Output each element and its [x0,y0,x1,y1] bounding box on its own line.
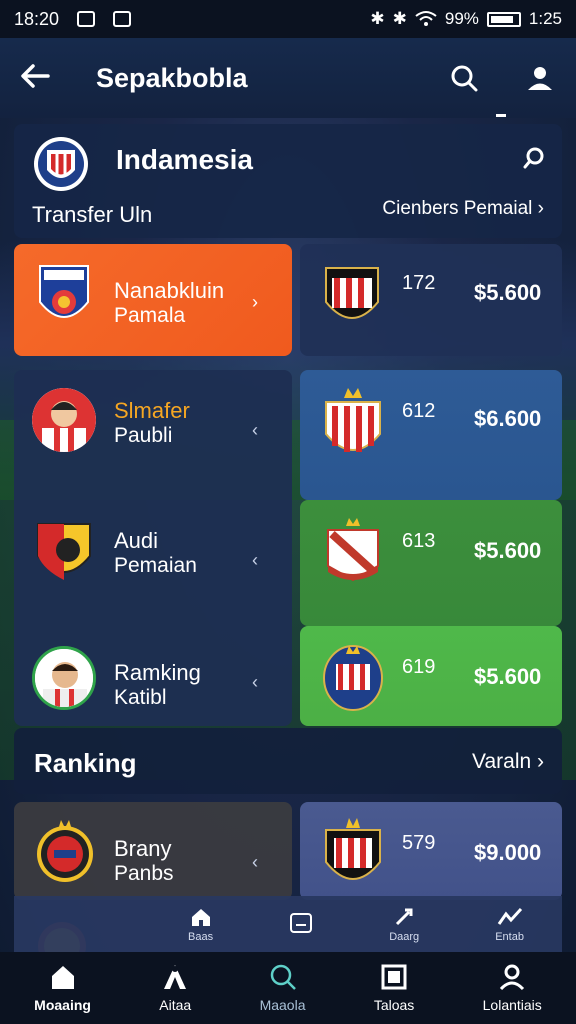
club-crest-icon [37,820,93,882]
notification-icon-2 [113,11,132,27]
ranking-title: Ranking [34,748,137,778]
chevron-icon[interactable]: ‹ [252,420,258,441]
card-icon [290,912,313,933]
player-card-1[interactable]: Nanabkluin Pamala › [14,244,292,356]
secondary-nav: Baas Daarg Entab [14,896,562,952]
player-name: Brany [114,836,172,861]
nav-label: Taloas [373,997,415,1013]
search-small-icon[interactable] [522,146,546,175]
app-bar: Sepakbobla [0,38,576,118]
mini-nav-label: Baas [188,930,214,943]
club-value-card-4[interactable]: 619 $5.600 [300,626,562,726]
bluetooth-icon-2: ✱ [392,9,407,28]
mini-nav-home[interactable]: Baas [188,906,213,943]
player-sub: Panbs [114,862,174,885]
nav-label: Aitaa [159,997,192,1013]
nav-profile[interactable]: Lolantiais [483,963,542,1013]
chevron-icon[interactable]: ‹ [252,672,258,693]
country-crest-icon [34,137,88,191]
chevron-icon[interactable]: ‹ [252,550,258,571]
club-crest-icon [39,265,89,318]
mini-nav-stats[interactable]: Entab [495,906,524,943]
user-icon [500,964,525,991]
mini-nav-tools[interactable]: Daarg [389,906,419,943]
search-icon[interactable] [448,62,480,94]
ranking-view-all-link[interactable]: Varaln › [472,750,544,774]
club-crest-icon [323,645,383,711]
club-number: 172 [402,272,436,294]
country-header-card[interactable]: Indamesia Transfer Uln Cienbers Pemaial … [14,124,562,238]
club-number: 613 [402,530,436,552]
status-bar: 18:20 ✱ ✱ 99% 1:25 [0,0,576,38]
club-price: $6.600 [474,406,542,431]
club-price: $5.600 [474,538,542,563]
status-time: 18:20 [14,8,60,29]
club-number: 619 [402,656,436,678]
mini-nav-label: Entab [495,930,524,943]
club-crest-icon [37,523,91,580]
mini-nav-card[interactable] [289,912,313,937]
club-number: 612 [402,400,436,422]
club-price: $5.600 [474,280,542,305]
ranking-player-card[interactable]: Brany Panbs ‹ [14,802,292,900]
club-price: $5.600 [474,664,542,689]
tablet-icon [381,964,407,990]
club-number: 579 [402,832,436,854]
profile-icon[interactable] [524,62,556,94]
members-link[interactable]: Cienbers Pemaial › [382,198,544,220]
home-icon [51,966,74,989]
player-list-card: Slmafer Paubli ‹ Audi Pemaian ‹ Ramking … [14,370,292,726]
person-a-icon [164,965,187,989]
player-sub: Pamala [114,304,186,327]
wifi-icon [415,11,437,26]
notification-icon [77,11,96,27]
player-sub: Pemaian [114,554,197,577]
player-sub: Paubli [114,424,173,447]
player-name: Slmafer [114,398,190,423]
country-title: Indamesia [116,144,253,175]
nav-label: Lolantiais [482,997,542,1013]
player-name: Audi [114,528,159,553]
chevron-icon[interactable]: ‹ [252,852,258,873]
club-value-card-1[interactable]: 172 $5.600 [300,244,562,356]
club-value-card-3[interactable]: 613 $5.600 [300,500,562,626]
club-price: $9.000 [474,840,542,865]
battery-icon [486,11,521,27]
nav-tables[interactable]: Taloas [374,963,414,1013]
chevron-right-icon: › [252,292,258,312]
club-value-card-2[interactable]: 612 $6.600 [300,370,562,500]
nav-teams[interactable]: Aitaa [159,963,191,1013]
bluetooth-icon: ✱ [370,9,385,28]
ranking-link-label: Varaln [472,750,532,773]
nav-label: Maaola [259,997,306,1013]
home-icon [191,908,210,926]
mini-nav-label: Daarg [389,930,420,943]
ranking-header: Ranking Varaln › [14,728,562,794]
avatar [32,388,96,452]
nav-home[interactable]: Moaaing [34,963,91,1013]
club-crest-icon [325,818,381,880]
ranking-club-card[interactable]: 579 $9.000 [300,802,562,900]
back-arrow-icon[interactable] [20,60,60,97]
search-icon [270,964,296,990]
avatar [32,646,96,710]
battery-percent: 99% [444,9,479,28]
members-link-label: Cienbers Pemaial [382,198,533,219]
tools-icon [396,908,413,925]
player-sub: Katibl [114,686,167,709]
nav-search[interactable]: Maaola [259,963,306,1013]
player-name: Nanabkluin [114,278,225,303]
stats-icon [497,907,522,925]
app-title: Sepakbobla [96,62,248,93]
tab-indicator [496,114,506,117]
status-time-right: 1:25 [528,9,562,28]
bottom-nav: Moaaing Aitaa Maaola Taloas Lolantiais [0,952,576,1024]
player-name: Ramking [114,660,201,685]
club-crest-icon [325,388,381,452]
nav-label: Moaaing [34,997,91,1013]
club-crest-icon [327,518,379,582]
transfer-label: Transfer Uln [32,202,153,227]
club-crest-icon [325,267,379,319]
